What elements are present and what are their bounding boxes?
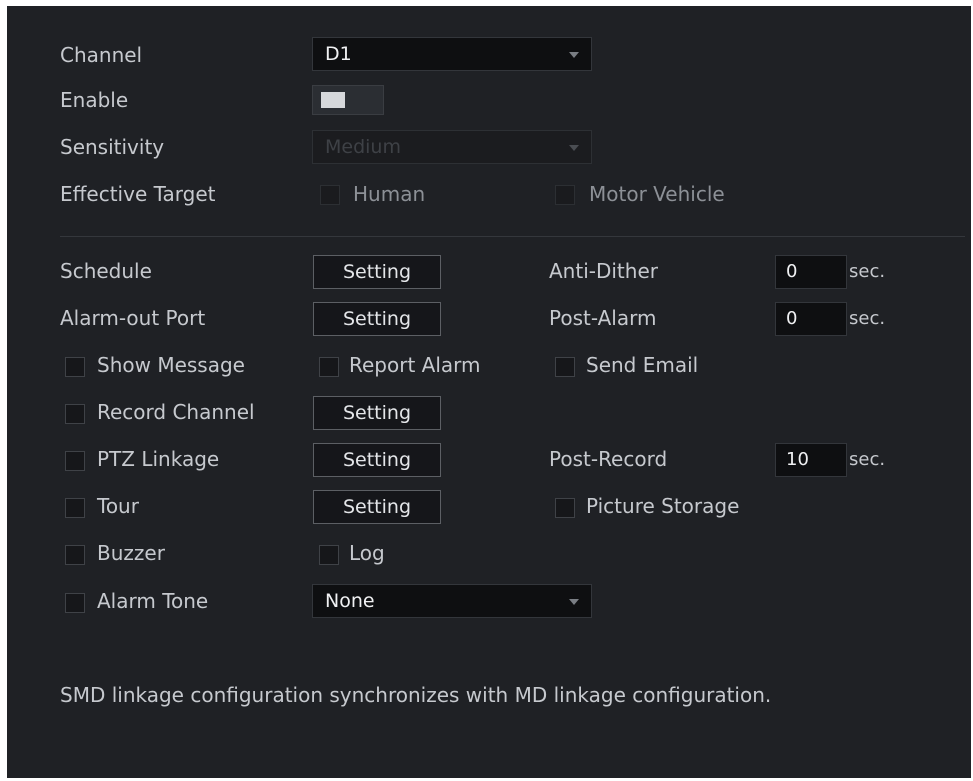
send-email-label: Send Email — [586, 353, 699, 377]
section-divider — [60, 236, 965, 237]
log-label: Log — [349, 541, 385, 565]
anti-dither-unit: sec. — [849, 261, 886, 282]
tour-setting-button[interactable]: Setting — [313, 490, 441, 524]
smd-settings-panel: Channel D1 Enable Sensitivity Medium Eff… — [7, 6, 971, 778]
post-record-unit: sec. — [849, 449, 886, 470]
tour-label: Tour — [97, 494, 139, 518]
post-record-label: Post-Record — [549, 447, 668, 471]
schedule-label: Schedule — [60, 259, 152, 283]
human-label: Human — [353, 182, 426, 206]
post-alarm-label: Post-Alarm — [549, 306, 657, 330]
alarm-tone-checkbox[interactable] — [65, 593, 85, 613]
send-email-checkbox[interactable] — [555, 357, 575, 377]
buzzer-label: Buzzer — [97, 541, 165, 565]
log-checkbox[interactable] — [319, 545, 339, 565]
alarm-out-port-setting-button[interactable]: Setting — [313, 302, 441, 336]
alarm-tone-value: None — [325, 590, 375, 612]
picture-storage-label: Picture Storage — [586, 494, 740, 518]
show-message-checkbox[interactable] — [65, 357, 85, 377]
channel-label: Channel — [60, 43, 143, 67]
anti-dither-input[interactable]: 0 — [775, 255, 847, 289]
enable-label: Enable — [60, 88, 129, 112]
channel-value: D1 — [325, 43, 352, 65]
channel-dropdown[interactable]: D1 — [312, 37, 592, 71]
schedule-setting-button[interactable]: Setting — [313, 255, 441, 289]
record-channel-checkbox[interactable] — [65, 404, 85, 424]
chevron-down-icon — [569, 145, 579, 151]
chevron-down-icon — [569, 52, 579, 58]
human-checkbox[interactable] — [320, 185, 340, 205]
sensitivity-dropdown[interactable]: Medium — [312, 130, 592, 164]
tour-checkbox[interactable] — [65, 498, 85, 518]
ptz-linkage-checkbox[interactable] — [65, 451, 85, 471]
ptz-linkage-setting-button[interactable]: Setting — [313, 443, 441, 477]
picture-storage-checkbox[interactable] — [555, 498, 575, 518]
linkage-sync-note: SMD linkage configuration synchronizes w… — [60, 683, 772, 707]
post-record-input[interactable]: 10 — [775, 443, 847, 477]
alarm-tone-label: Alarm Tone — [97, 589, 209, 613]
report-alarm-checkbox[interactable] — [319, 357, 339, 377]
alarm-tone-dropdown[interactable]: None — [312, 584, 592, 618]
post-alarm-unit: sec. — [849, 308, 886, 329]
motor-vehicle-label: Motor Vehicle — [589, 182, 725, 206]
report-alarm-label: Report Alarm — [349, 353, 481, 377]
show-message-label: Show Message — [97, 353, 245, 377]
anti-dither-label: Anti-Dither — [549, 259, 658, 283]
effective-target-label: Effective Target — [60, 182, 216, 206]
ptz-linkage-label: PTZ Linkage — [97, 447, 220, 471]
enable-toggle[interactable] — [312, 85, 384, 115]
chevron-down-icon — [569, 599, 579, 605]
sensitivity-value: Medium — [325, 136, 401, 158]
post-alarm-input[interactable]: 0 — [775, 302, 847, 336]
alarm-out-port-label: Alarm-out Port — [60, 306, 206, 330]
sensitivity-label: Sensitivity — [60, 135, 165, 159]
toggle-knob — [321, 92, 345, 108]
record-channel-setting-button[interactable]: Setting — [313, 396, 441, 430]
record-channel-label: Record Channel — [97, 400, 255, 424]
motor-vehicle-checkbox[interactable] — [555, 185, 575, 205]
buzzer-checkbox[interactable] — [65, 545, 85, 565]
